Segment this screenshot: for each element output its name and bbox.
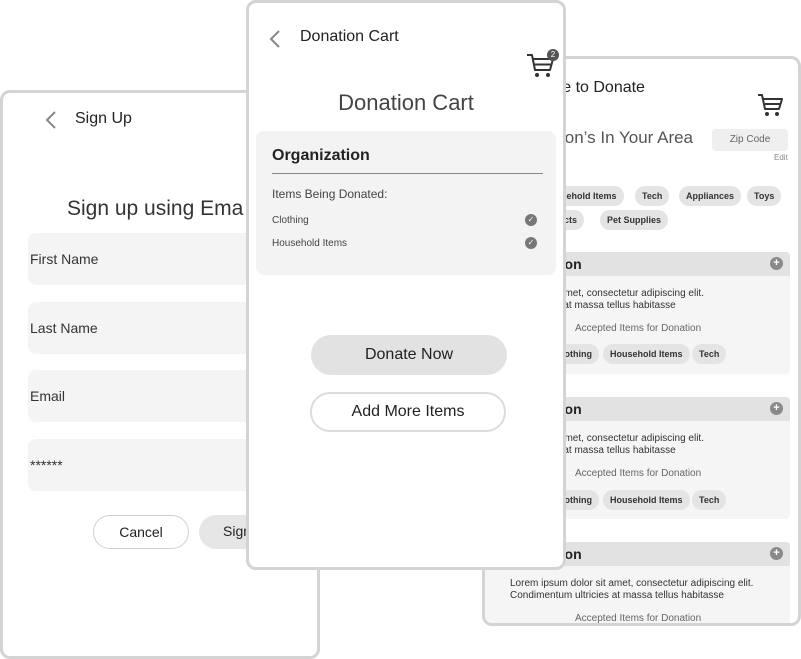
expand-plus-icon[interactable]: + — [770, 547, 783, 560]
back-chevron-icon[interactable] — [265, 28, 287, 50]
expand-plus-icon[interactable]: + — [770, 257, 783, 270]
cancel-button[interactable]: Cancel — [93, 515, 189, 549]
filter-chip-appliances[interactable]: Appliances — [679, 186, 742, 206]
accepted-items-label: Accepted Items for Donation — [575, 613, 702, 624]
zip-code-input[interactable]: Zip Code — [712, 129, 788, 151]
back-chevron-icon[interactable] — [41, 109, 63, 131]
organization-description-line2: Condimentum ultricies at massa tellus ha… — [510, 590, 724, 601]
check-icon[interactable]: ✓ — [525, 214, 537, 226]
organization-title: Organization — [272, 147, 370, 164]
cart-heading: Donation Cart — [338, 90, 474, 115]
add-more-items-button[interactable]: Add More Items — [310, 392, 506, 432]
cart-icon[interactable] — [755, 89, 785, 119]
accepted-items-label: Accepted Items for Donation — [575, 323, 702, 334]
filter-chip-toys[interactable]: Toys — [747, 186, 782, 206]
cart-count-badge: 2 — [547, 49, 559, 61]
donation-cart-screen: Donation Cart 2 Donation Cart Organizati… — [246, 0, 566, 570]
cart-header-title: Donation Cart — [300, 28, 399, 45]
filter-chip-pet-supplies[interactable]: Pet Supplies — [600, 210, 669, 230]
divider — [272, 173, 543, 174]
organization-card-body: Lorem ipsum dolor sit amet, consectetur … — [485, 566, 790, 624]
edit-link[interactable]: Edit — [774, 153, 788, 162]
signup-heading: Sign up using Ema — [67, 197, 244, 220]
check-icon[interactable]: ✓ — [525, 237, 537, 249]
area-heading: ion’s In Your Area — [561, 128, 694, 147]
accepted-tag: Tech — [692, 344, 727, 364]
cart-item-household: Household Items — [272, 238, 348, 249]
cart-item-clothing: Clothing — [272, 215, 309, 226]
accepted-tag: Tech — [692, 490, 727, 510]
filter-chip-tech[interactable]: Tech — [635, 186, 670, 206]
accepted-tag: Household Items — [603, 490, 690, 510]
signup-header-title: Sign Up — [75, 110, 132, 127]
donate-now-button[interactable]: Donate Now — [311, 335, 507, 375]
expand-plus-icon[interactable]: + — [770, 402, 783, 415]
items-heading: Items Being Donated: — [272, 187, 388, 201]
organization-description-line1: Lorem ipsum dolor sit amet, consectetur … — [510, 578, 754, 589]
accepted-items-label: Accepted Items for Donation — [575, 468, 702, 479]
accepted-tag: Household Items — [603, 344, 690, 364]
organization-summary: Organization Items Being Donated: Clothi… — [256, 131, 556, 275]
